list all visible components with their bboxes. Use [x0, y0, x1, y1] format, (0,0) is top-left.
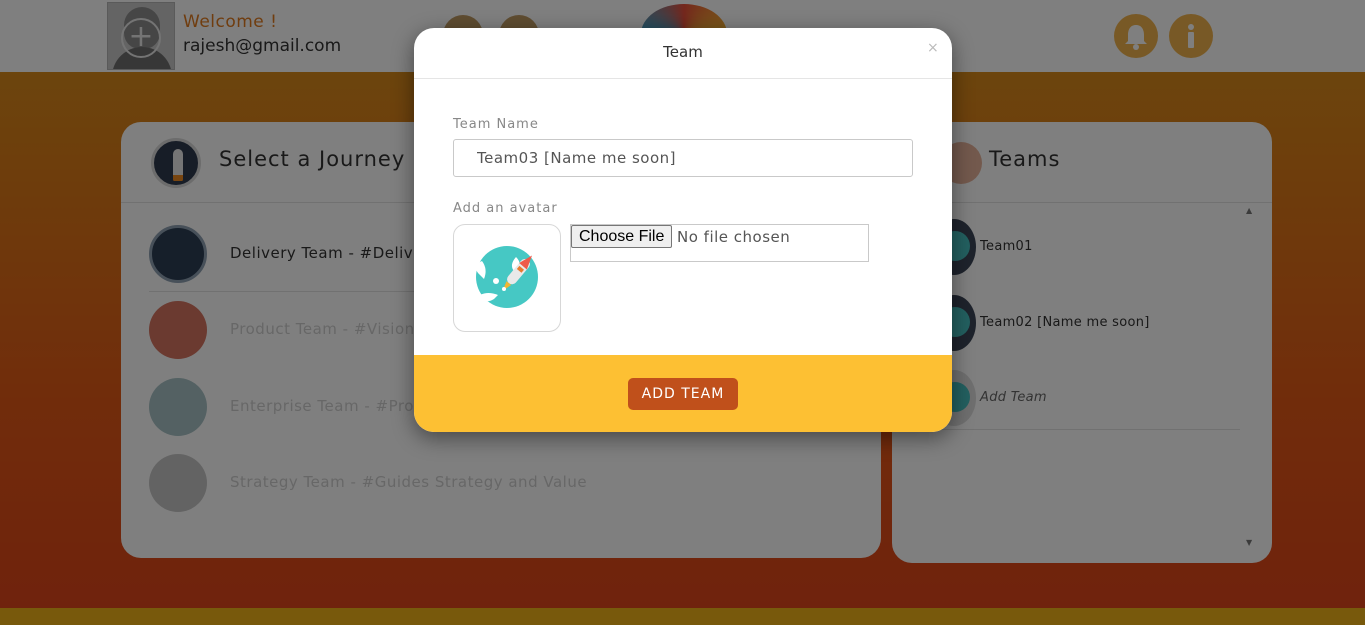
rocket-avatar-icon — [475, 246, 538, 308]
modal-title: Team — [663, 43, 703, 61]
modal-footer: ADD TEAM — [414, 355, 952, 432]
modal-header: Team × — [414, 28, 952, 79]
file-status-text: No file chosen — [677, 228, 791, 246]
add-team-button[interactable]: ADD TEAM — [628, 378, 738, 410]
team-modal: Team × Team Name Add an avatar Choose Fi… — [414, 28, 952, 432]
team-name-input[interactable] — [453, 139, 913, 177]
avatar-label: Add an avatar — [453, 201, 558, 216]
avatar-preview — [453, 224, 561, 332]
team-name-label: Team Name — [453, 117, 539, 132]
choose-file-button[interactable]: Choose File — [571, 225, 673, 248]
avatar-file-input[interactable]: Choose File No file chosen — [570, 224, 869, 262]
close-icon[interactable]: × — [927, 40, 939, 56]
